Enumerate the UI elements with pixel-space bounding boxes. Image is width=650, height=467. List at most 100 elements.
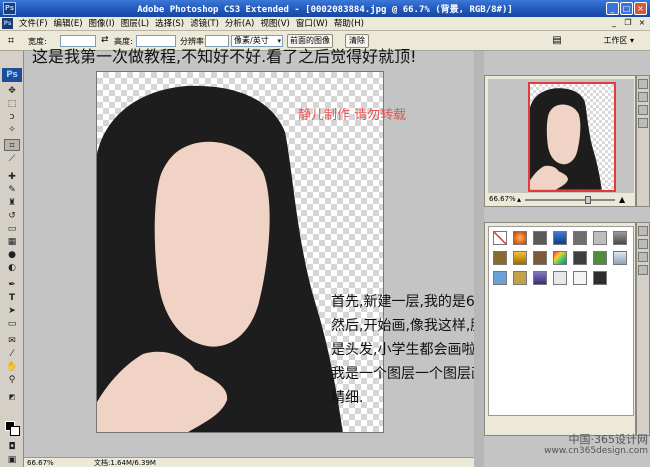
style-swatch[interactable] (613, 231, 627, 245)
dock-swatches-icon[interactable] (638, 118, 648, 128)
styles-dock-strip (636, 222, 650, 436)
style-swatch[interactable] (573, 231, 587, 245)
crop-tool-icon[interactable]: ⌗ (4, 139, 20, 151)
maximize-button[interactable]: □ (620, 2, 633, 15)
screen-mode-icon[interactable]: ▣ (4, 454, 20, 466)
style-swatch[interactable] (533, 251, 547, 265)
zoom-in-icon[interactable]: ▲ (619, 195, 625, 204)
doc-close-icon[interactable]: × (637, 18, 647, 28)
resolution-unit-select[interactable]: 像素/英寸 ▾ (231, 35, 283, 47)
front-image-button[interactable]: 前面的图像 (287, 34, 333, 48)
style-swatch[interactable] (593, 231, 607, 245)
navigator-thumbnail[interactable] (528, 82, 616, 192)
navigator-view[interactable] (488, 79, 634, 193)
menu-layer[interactable]: 图层(L) (118, 18, 152, 30)
dock-actions-icon[interactable] (638, 252, 648, 262)
style-swatch[interactable] (533, 231, 547, 245)
style-swatch[interactable] (533, 271, 547, 285)
dock-color-icon[interactable] (638, 105, 648, 115)
dodge-tool-icon[interactable]: ◐ (4, 262, 20, 274)
site-watermark: 中国·365设计网 www.cn365design.com (540, 433, 648, 457)
document-scrollbar[interactable] (474, 51, 484, 467)
type-tool-icon[interactable]: T (4, 292, 20, 304)
status-zoom[interactable]: 66.67% (27, 458, 54, 467)
site-url: www.cn365design.com (544, 446, 648, 456)
resolution-label: 分辨率: (180, 37, 207, 46)
hand-tool-icon[interactable]: ✋ (4, 361, 20, 373)
style-swatch[interactable] (493, 251, 507, 265)
navigator-zoom-slider-handle[interactable] (585, 196, 591, 204)
doc-minimize-icon[interactable]: _ (609, 18, 619, 28)
style-swatch[interactable] (573, 251, 587, 265)
menu-window[interactable]: 窗口(W) (293, 18, 331, 30)
style-swatch[interactable] (573, 271, 587, 285)
zoom-out-icon[interactable]: ▴ (517, 195, 521, 204)
ps-logo: Ps (2, 68, 22, 82)
style-swatch[interactable] (553, 251, 567, 265)
notes-tool-icon[interactable]: ✉ (4, 335, 20, 347)
eraser-tool-icon[interactable]: ▭ (4, 223, 20, 235)
style-none-icon[interactable] (493, 231, 507, 245)
dock-history-icon[interactable] (638, 239, 648, 249)
marquee-tool-icon[interactable]: ⬚ (4, 98, 20, 110)
menu-filter[interactable]: 滤镜(T) (187, 18, 222, 30)
menu-help[interactable]: 帮助(H) (331, 18, 367, 30)
dock-layers-icon[interactable] (638, 265, 648, 275)
move-tool-icon[interactable]: ✥ (4, 85, 20, 97)
navigator-zoom-slider[interactable] (525, 199, 615, 201)
history-brush-tool-icon[interactable]: ↺ (4, 210, 20, 222)
zoom-tool-icon[interactable]: ⚲ (4, 374, 20, 386)
gradient-tool-icon[interactable]: ▦ (4, 236, 20, 248)
path-selection-tool-icon[interactable]: ➤ (4, 305, 20, 317)
background-color-swatch[interactable] (10, 426, 20, 436)
brush-tool-icon[interactable]: ✎ (4, 184, 20, 196)
menu-file[interactable]: 文件(F) (16, 18, 51, 30)
resolution-input[interactable] (205, 35, 229, 47)
workspace-icon[interactable]: ▤ (550, 34, 564, 48)
clone-stamp-tool-icon[interactable]: ♜ (4, 197, 20, 209)
lasso-tool-icon[interactable]: ↄ (4, 111, 20, 123)
slice-tool-icon[interactable]: ⟋ (4, 153, 20, 165)
default-colors-icon[interactable]: ◩ (4, 391, 20, 403)
doc-restore-icon[interactable]: ❐ (623, 18, 633, 28)
magic-wand-tool-icon[interactable]: ✧ (4, 124, 20, 136)
shape-tool-icon[interactable]: ▭ (4, 318, 20, 330)
style-swatch[interactable] (513, 271, 527, 285)
minimize-button[interactable]: _ (606, 2, 619, 15)
status-document-size[interactable]: 文档:1.64M/6.39M (94, 458, 156, 467)
toolbox: Ps ✥ ⬚ ↄ ✧ ⌗ ⟋ ✚ ✎ ♜ ↺ ▭ ▦ ● ◐ ✒ T ➤ ▭ ✉… (0, 51, 24, 467)
quick-mask-icon[interactable]: ◘ (4, 441, 20, 453)
close-button[interactable]: × (634, 2, 647, 15)
style-swatch[interactable] (513, 251, 527, 265)
clear-button[interactable]: 清除 (345, 34, 369, 48)
height-input[interactable] (136, 35, 176, 47)
crop-tool-preset-icon[interactable]: ⌗ (4, 34, 18, 48)
eyedropper-tool-icon[interactable]: ⁄ (4, 348, 20, 360)
dock-navigator-icon[interactable] (638, 226, 648, 236)
menu-select[interactable]: 选择(S) (152, 18, 187, 30)
height-label: 高度: (114, 37, 133, 46)
menu-edit[interactable]: 编辑(E) (51, 18, 86, 30)
style-swatch[interactable] (553, 271, 567, 285)
style-swatch[interactable] (513, 231, 527, 245)
menu-analysis[interactable]: 分析(A) (222, 18, 257, 30)
style-swatch[interactable] (553, 231, 567, 245)
style-swatch[interactable] (613, 251, 627, 265)
blur-tool-icon[interactable]: ● (4, 249, 20, 261)
dock-histogram-icon[interactable] (638, 79, 648, 89)
dock-info-icon[interactable] (638, 92, 648, 102)
style-swatch[interactable] (593, 271, 607, 285)
tutorial-intro-text: 这是我第一次做教程,不知好不好.看了之后觉得好就顶! (32, 47, 417, 66)
navigator-zoom-value[interactable]: 66.67% (489, 195, 516, 203)
width-input[interactable] (60, 35, 96, 47)
ps-menu-icon[interactable]: Ps (2, 18, 13, 29)
styles-grid (488, 226, 634, 416)
menu-view[interactable]: 视图(V) (257, 18, 292, 30)
style-swatch[interactable] (593, 251, 607, 265)
healing-brush-tool-icon[interactable]: ✚ (4, 171, 20, 183)
swap-dimensions-icon[interactable]: ⇄ (101, 35, 109, 45)
workspace-button[interactable]: 工作区 ▾ (603, 35, 634, 46)
style-swatch[interactable] (493, 271, 507, 285)
menu-image[interactable]: 图像(I) (86, 18, 118, 30)
pen-tool-icon[interactable]: ✒ (4, 279, 20, 291)
